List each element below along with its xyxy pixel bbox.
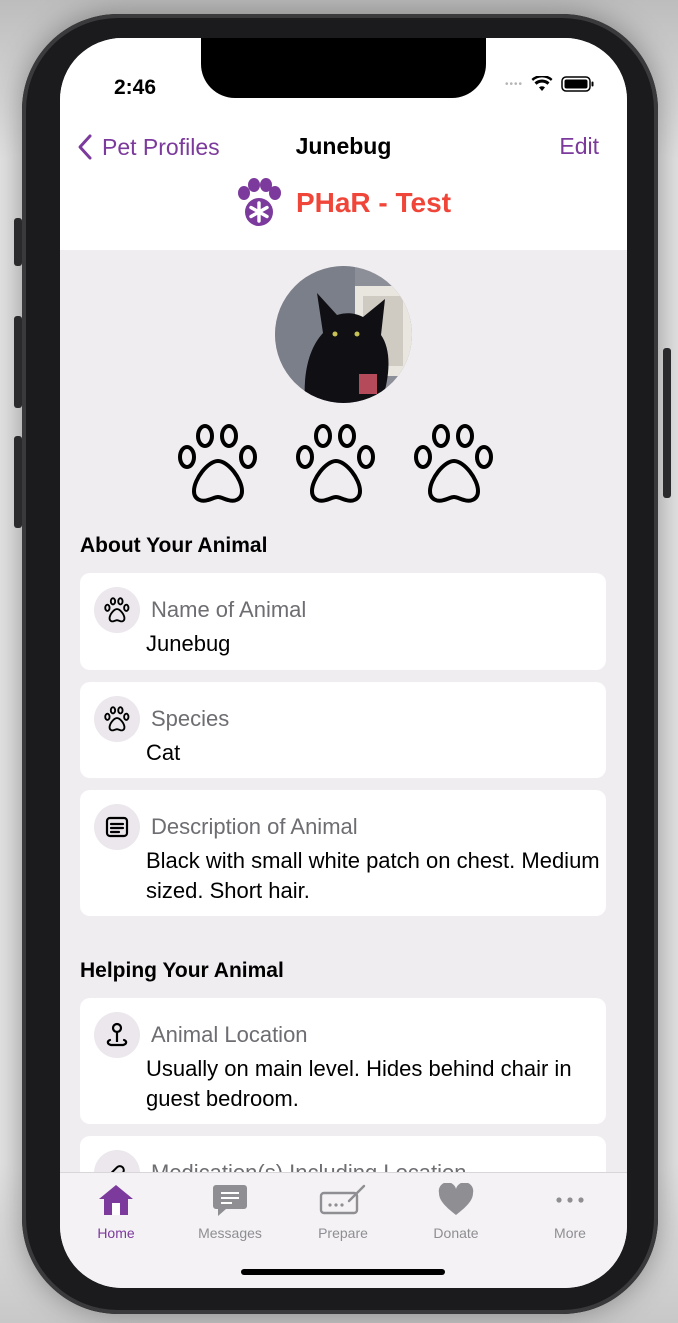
- tab-donate[interactable]: Donate: [406, 1183, 506, 1241]
- field-card-species[interactable]: Species Cat: [80, 682, 606, 778]
- tab-messages[interactable]: Messages: [180, 1183, 280, 1241]
- field-label: Description of Animal: [151, 814, 358, 839]
- page-title: Junebug: [295, 133, 392, 159]
- field-value: Usually on main level. Hides behind chai…: [146, 1056, 572, 1111]
- status-icons: ••••: [505, 76, 595, 92]
- location-pin-icon: [94, 1012, 140, 1058]
- field-card-location[interactable]: Animal Location Usually on main level. H…: [80, 998, 606, 1124]
- paw-rating: [176, 423, 496, 505]
- tab-home[interactable]: Home: [66, 1183, 166, 1241]
- field-label: Animal Location: [151, 1022, 308, 1047]
- field-value: Junebug: [146, 631, 231, 656]
- document-icon: [94, 804, 140, 850]
- message-icon: [213, 1185, 247, 1216]
- volume-down-button: [14, 436, 22, 528]
- field-label: Name of Animal: [151, 597, 307, 622]
- power-button: [663, 348, 671, 498]
- field-card-name[interactable]: Name of Animal Junebug: [80, 573, 606, 670]
- more-icon: [556, 1197, 584, 1203]
- navigation-bar: Pet Profiles Junebug Edit: [60, 133, 627, 173]
- paw-icon: [94, 696, 140, 742]
- pet-avatar[interactable]: [275, 266, 412, 403]
- field-value: Cat: [146, 740, 181, 765]
- tab-label: Prepare: [318, 1225, 368, 1241]
- wifi-icon: [531, 76, 553, 91]
- field-value: Black with small white patch on chest. M…: [146, 848, 600, 903]
- home-indicator[interactable]: [241, 1269, 445, 1275]
- battery-icon: [561, 76, 594, 92]
- mute-switch: [14, 218, 22, 266]
- tab-more[interactable]: More: [520, 1183, 620, 1241]
- brand-paw-logo-icon: [237, 178, 281, 226]
- volume-up-button: [14, 316, 22, 408]
- brand-header: PHaR - Test: [60, 178, 627, 228]
- paw-outline-icon[interactable]: [176, 423, 260, 505]
- cat-photo: [275, 266, 412, 403]
- notch: [201, 38, 486, 98]
- tab-label: Home: [97, 1225, 135, 1241]
- signal-icon: ••••: [504, 78, 523, 90]
- status-time: 2:46: [114, 76, 157, 99]
- section-header-helping: Helping Your Animal: [80, 959, 284, 982]
- edit-button[interactable]: Edit: [559, 133, 599, 160]
- prepare-icon: [319, 1184, 366, 1215]
- tab-label: Messages: [198, 1225, 262, 1241]
- paw-outline-icon[interactable]: [294, 423, 378, 505]
- field-label: Species: [151, 706, 230, 731]
- tab-label: More: [554, 1225, 586, 1241]
- brand-name: PHaR - Test: [295, 187, 452, 218]
- section-header-about: About Your Animal: [80, 534, 268, 557]
- field-card-description[interactable]: Description of Animal Black with small w…: [80, 790, 606, 916]
- tab-label: Donate: [433, 1225, 479, 1241]
- paw-outline-icon[interactable]: [412, 423, 496, 505]
- heart-icon: [438, 1183, 474, 1215]
- paw-icon: [94, 587, 140, 633]
- tab-prepare[interactable]: Prepare: [293, 1183, 393, 1241]
- home-icon: [99, 1185, 133, 1215]
- screen: 2:46 •••• Pet Profiles Junebug Edit PHaR…: [60, 38, 627, 1288]
